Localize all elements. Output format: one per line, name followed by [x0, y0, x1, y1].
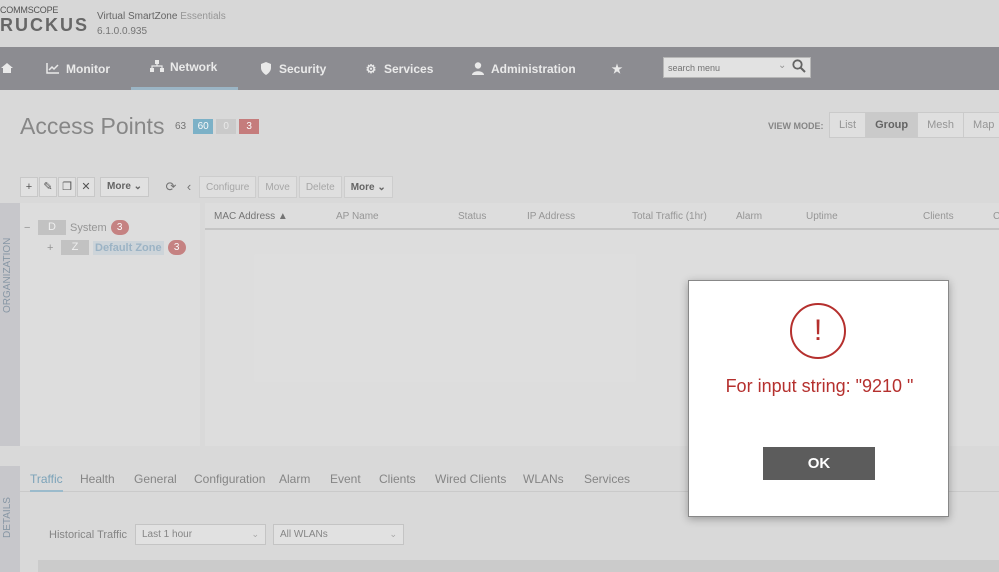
alert-icon: ! — [790, 303, 846, 359]
ok-button[interactable]: OK — [763, 447, 875, 480]
error-message: For input string: "9210 " — [725, 376, 914, 396]
error-dialog: ! For input string: "9210 " OK — [688, 280, 949, 517]
